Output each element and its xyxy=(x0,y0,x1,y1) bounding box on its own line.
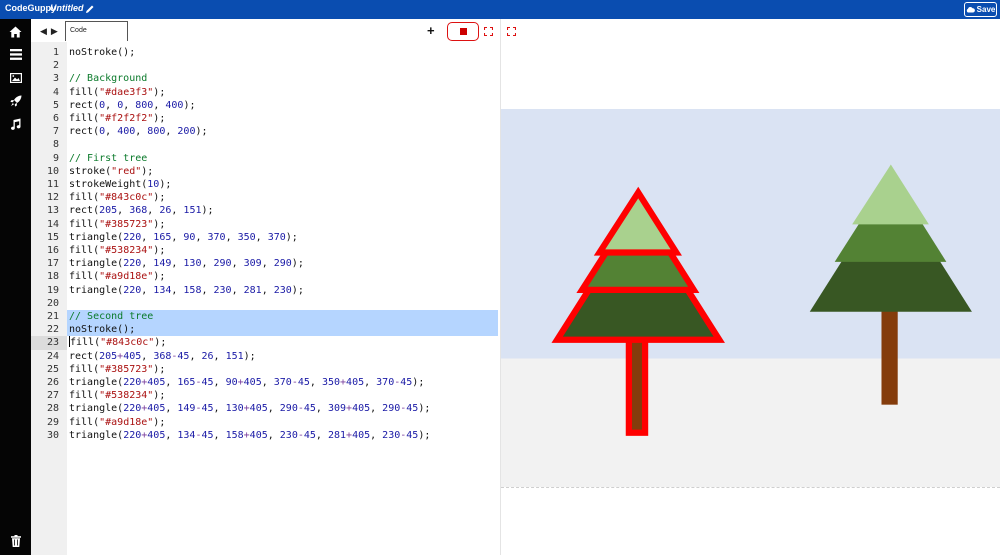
line-number: 26 xyxy=(46,377,59,388)
sketch-canvas[interactable] xyxy=(501,109,1000,487)
code-line[interactable]: rect(0, 0, 800, 400); xyxy=(69,99,500,112)
code-line[interactable] xyxy=(69,138,500,151)
line-number: 1 xyxy=(52,47,59,58)
line-number: 6 xyxy=(52,113,59,124)
code-line[interactable] xyxy=(69,297,500,310)
home-icon[interactable] xyxy=(8,24,23,39)
line-number: 5 xyxy=(52,99,59,111)
line-number: 19 xyxy=(46,284,59,296)
code-line[interactable]: fill("#f2f2f2"); xyxy=(69,112,500,125)
code-line[interactable]: rect(0, 400, 800, 200); xyxy=(69,125,500,138)
code-line[interactable]: fill("#843c0c"); xyxy=(69,336,500,349)
code-line[interactable]: fill("#dae3f3"); xyxy=(69,86,500,99)
line-number: 8 xyxy=(52,139,59,151)
code-line[interactable]: triangle(220+405, 165-45, 90+405, 370-45… xyxy=(69,376,500,389)
line-number: 20 xyxy=(46,297,59,309)
tab-code[interactable]: Code xyxy=(65,21,128,41)
code-line[interactable]: rect(205+405, 368-45, 26, 151); xyxy=(69,350,500,363)
code-line[interactable]: fill("#538234"); xyxy=(69,389,500,402)
line-number: 11 xyxy=(46,179,59,190)
code-editor-pane: ◀▶ Code + 1 2 3 4 5 6 7 8 9 10 11 12 13 14 15 16 17 18 19 2… xyxy=(31,19,500,555)
code-line[interactable]: fill("#843c0c"); xyxy=(69,191,500,204)
rocket-icon[interactable] xyxy=(8,93,23,108)
line-number: 18 xyxy=(46,271,59,283)
code-line[interactable]: fill("#385723"); xyxy=(69,218,500,231)
document-title[interactable]: Untitled xyxy=(50,3,84,13)
code-line[interactable]: // Background xyxy=(69,72,500,85)
line-number: 24 xyxy=(46,350,59,362)
file-nav-arrows[interactable]: ◀▶ xyxy=(40,26,62,37)
line-number: 30 xyxy=(46,429,59,441)
stop-icon xyxy=(459,28,467,35)
line-number: 28 xyxy=(46,403,59,415)
line-number-gutter: 1 2 3 4 5 6 7 8 9 10 11 12 13 14 15 16 17 18 19 20 21 22 23 24 2… xyxy=(31,42,67,555)
code-line[interactable]: rect(205, 368, 26, 151); xyxy=(69,204,500,217)
code-line[interactable]: fill("#538234"); xyxy=(69,244,500,257)
menu-icon[interactable] xyxy=(8,47,23,62)
line-number: 9 xyxy=(52,152,59,164)
line-number: 29 xyxy=(46,416,59,428)
code-line[interactable]: triangle(220+405, 134-45, 158+405, 230-4… xyxy=(69,429,500,442)
line-number: 22 xyxy=(46,324,59,336)
first-tree-trunk xyxy=(625,335,649,436)
line-number: 15 xyxy=(46,231,59,243)
code-line[interactable]: // First tree xyxy=(69,152,500,165)
line-number: 13 xyxy=(46,205,59,217)
line-number: 10 xyxy=(46,165,59,177)
image-icon[interactable] xyxy=(8,70,23,85)
pencil-icon[interactable] xyxy=(84,3,96,15)
second-tree-trunk xyxy=(881,310,898,405)
line-number: 21 xyxy=(46,311,59,322)
code-line[interactable] xyxy=(69,59,500,72)
code-line[interactable]: triangle(220+405, 149-45, 130+405, 290-4… xyxy=(69,402,500,415)
ground-background xyxy=(501,358,1000,487)
code-line[interactable]: strokeWeight(10); xyxy=(69,178,500,191)
code-line[interactable]: // Second tree xyxy=(67,310,498,324)
line-number: 4 xyxy=(52,86,59,98)
code-line[interactable]: fill("#a9d18e"); xyxy=(69,416,500,429)
stop-button[interactable] xyxy=(447,22,479,41)
code-line[interactable]: triangle(220, 165, 90, 370, 350, 370); xyxy=(69,231,500,244)
arrow-right-icon[interactable]: ▶ xyxy=(51,26,62,36)
code-line[interactable]: fill("#385723"); xyxy=(69,363,500,376)
sidebar xyxy=(0,19,31,555)
code-line[interactable]: triangle(220, 149, 130, 290, 309, 290); xyxy=(69,257,500,270)
code-line[interactable]: triangle(220, 134, 158, 230, 281, 230); xyxy=(69,284,500,297)
line-number: 3 xyxy=(52,73,59,85)
code-line[interactable]: stroke("red"); xyxy=(69,165,500,178)
cloud-icon xyxy=(966,6,975,13)
code-text-area[interactable]: noStroke(); // Background fill("#dae3f3");… xyxy=(67,42,500,555)
line-number: 25 xyxy=(46,363,59,375)
code-line[interactable]: noStroke(); xyxy=(67,323,498,337)
line-number: 2 xyxy=(52,60,59,72)
text-cursor xyxy=(69,336,70,348)
top-bar: CodeGuppy Untitled Save xyxy=(0,0,1000,19)
expand-canvas-icon[interactable] xyxy=(507,27,516,36)
arrow-left-icon[interactable]: ◀ xyxy=(40,26,51,36)
line-number: 12 xyxy=(46,192,59,204)
line-number: 14 xyxy=(46,218,59,230)
music-icon[interactable] xyxy=(8,116,23,131)
code-line[interactable]: noStroke(); xyxy=(69,46,500,59)
trash-icon[interactable] xyxy=(8,533,23,548)
canvas-output-pane xyxy=(501,19,1000,555)
line-number: 17 xyxy=(46,258,59,270)
line-number: 7 xyxy=(52,126,59,138)
save-button[interactable]: Save xyxy=(964,2,997,17)
expand-editor-icon[interactable] xyxy=(484,27,493,36)
app-logo[interactable]: CodeGuppy xyxy=(5,3,56,13)
add-file-button[interactable]: + xyxy=(427,23,435,38)
line-number: 16 xyxy=(46,245,59,256)
line-number: 23 xyxy=(31,336,67,350)
code-line[interactable]: fill("#a9d18e"); xyxy=(69,270,500,283)
save-button-label: Save xyxy=(976,5,996,14)
canvas-bottom-border xyxy=(501,487,1000,488)
line-number: 27 xyxy=(46,390,59,402)
